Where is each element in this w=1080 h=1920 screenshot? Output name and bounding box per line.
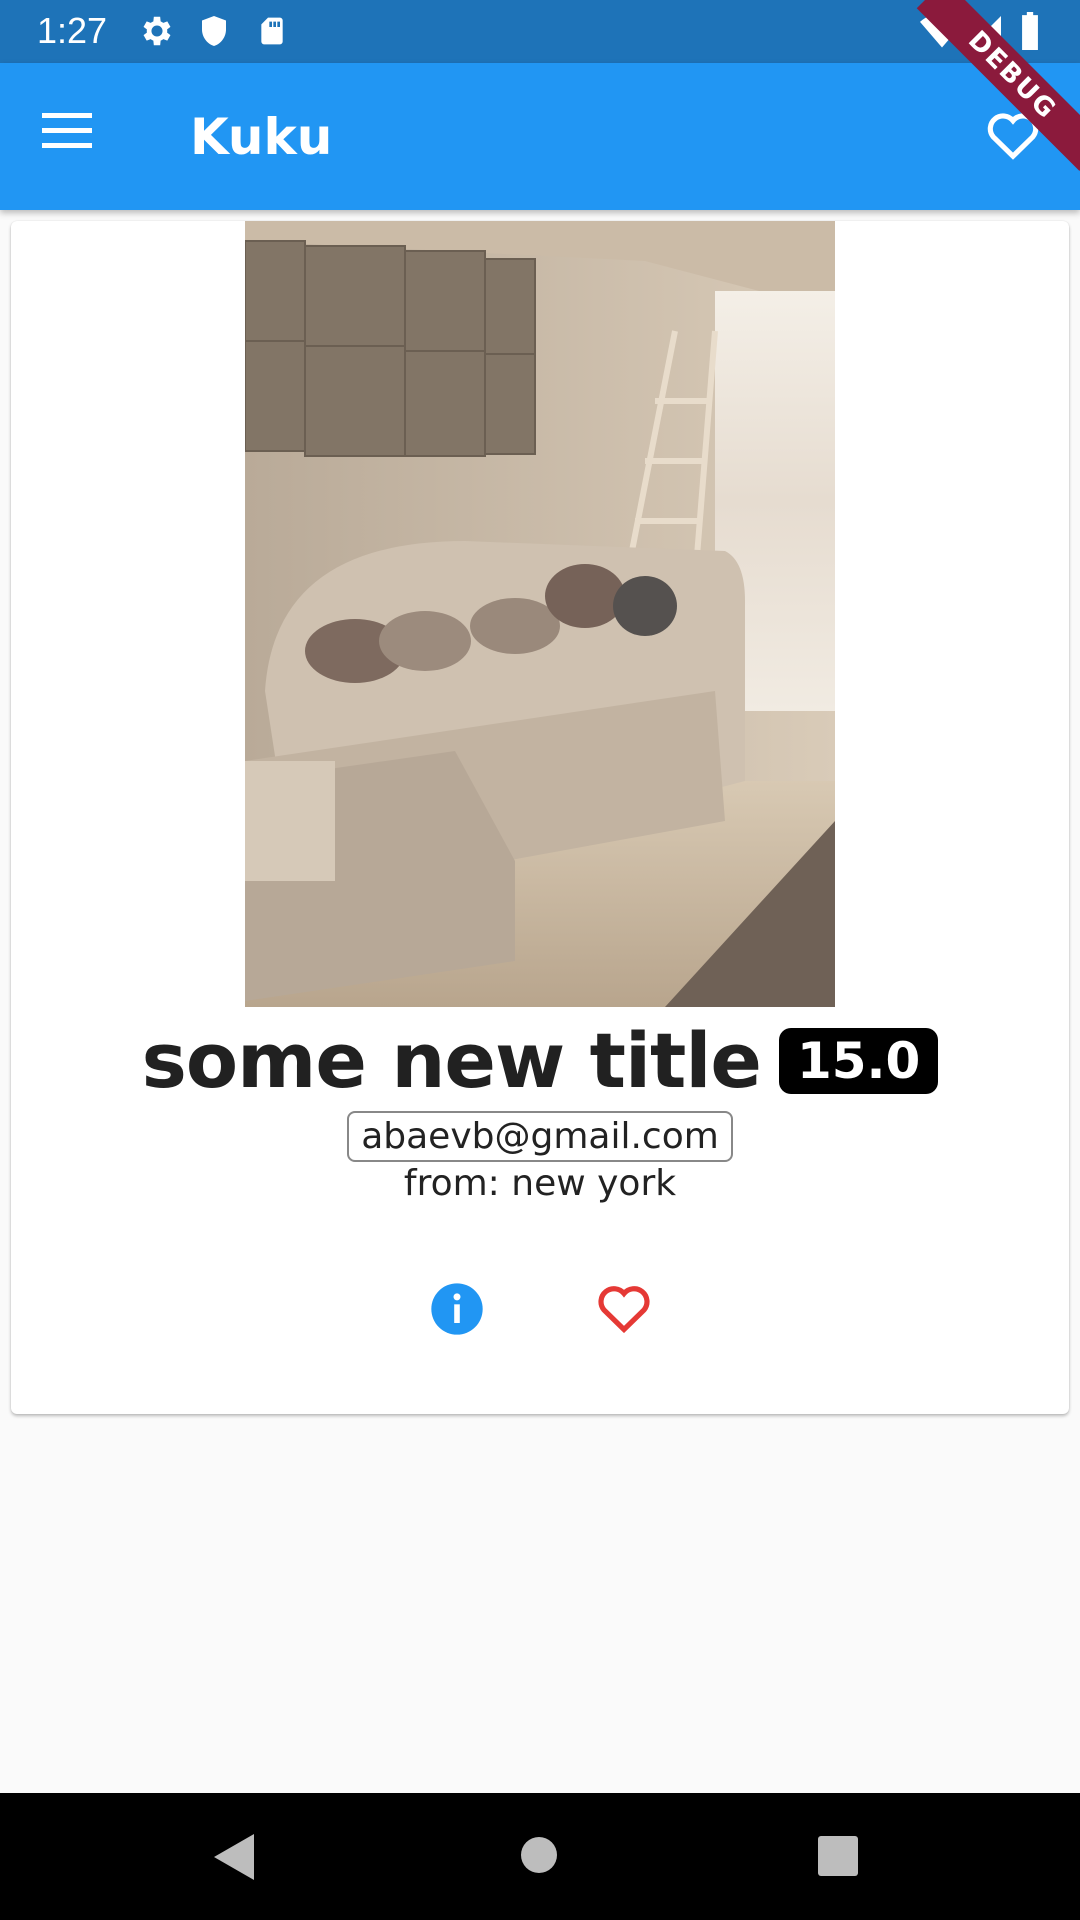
battery-icon xyxy=(1018,12,1042,55)
title-row: some new title 15.0 xyxy=(11,1016,1069,1105)
home-button[interactable] xyxy=(520,1836,558,1879)
item-photo xyxy=(244,221,835,1007)
item-card: some new title 15.0 abaevb@gmail.com from… xyxy=(11,221,1069,1414)
info-button[interactable] xyxy=(429,1281,485,1337)
hamburger-menu-icon xyxy=(42,113,92,148)
email-row: abaevb@gmail.com xyxy=(11,1111,1069,1162)
system-nav-bar xyxy=(0,1793,1080,1920)
item-title: some new title xyxy=(141,1016,762,1105)
favorite-button[interactable] xyxy=(595,1281,655,1337)
home-icon xyxy=(521,1837,557,1873)
heart-outline-icon xyxy=(598,1286,650,1334)
info-icon xyxy=(431,1283,483,1335)
gear-icon xyxy=(138,12,176,55)
price-badge: 15.0 xyxy=(778,1027,939,1094)
recents-button[interactable] xyxy=(818,1836,858,1881)
back-icon xyxy=(214,1834,254,1880)
app-bar: Kuku xyxy=(0,63,1080,210)
recents-icon xyxy=(818,1836,858,1876)
status-time: 1:27 xyxy=(37,10,108,51)
app-title: Kuku xyxy=(190,108,333,166)
email-chip[interactable]: abaevb@gmail.com xyxy=(347,1111,733,1162)
location-text: from: new york xyxy=(403,1163,677,1204)
sd-card-icon xyxy=(256,12,288,55)
shield-icon xyxy=(196,12,232,55)
back-button[interactable] xyxy=(214,1834,256,1885)
menu-button[interactable] xyxy=(42,113,102,163)
